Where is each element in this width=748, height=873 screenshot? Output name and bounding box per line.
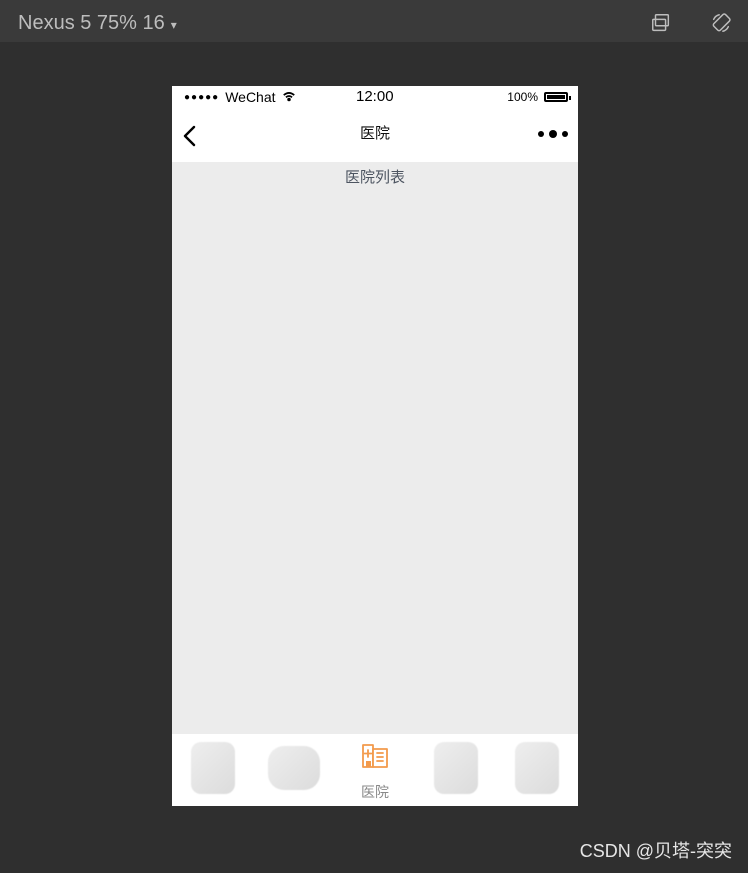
more-dot-icon — [562, 131, 568, 137]
device-label: Nexus 5 75% 16 — [18, 12, 165, 34]
hospital-icon — [358, 739, 392, 778]
more-menu-button[interactable] — [538, 130, 568, 138]
devtools-topbar: Nexus 5 75% 16 ▾ — [0, 0, 748, 42]
more-dot-icon — [549, 130, 557, 138]
status-time: 12:00 — [356, 88, 394, 105]
tab-2[interactable] — [259, 734, 329, 806]
tab-hospital[interactable]: 医院 — [340, 734, 410, 806]
rotate-icon[interactable] — [710, 12, 732, 34]
battery-status: 100% — [507, 90, 571, 104]
chevron-down-icon: ▾ — [170, 17, 177, 32]
blurred-tab-icon — [515, 742, 560, 794]
window-icon[interactable] — [650, 12, 672, 34]
phone-preview: ●●●●● WeChat 12:00 100% 医院 医院列表 医院 — [172, 86, 578, 806]
hospital-list-title: 医院列表 — [344, 169, 405, 186]
battery-percent: 100% — [507, 90, 538, 104]
carrier-label: WeChat — [225, 89, 276, 105]
blurred-tab-icon — [267, 746, 320, 790]
tab-4[interactable] — [421, 734, 491, 806]
nav-bar: 医院 — [172, 110, 578, 162]
tab-5[interactable] — [502, 734, 572, 806]
tab-bar: 医院 — [172, 734, 578, 806]
device-selector[interactable]: Nexus 5 75% 16 ▾ — [18, 12, 177, 35]
watermark: CSDN @贝塔-突突 — [579, 841, 732, 861]
page-title: 医院 — [359, 125, 390, 142]
wifi-icon — [282, 89, 296, 105]
more-dot-icon — [538, 131, 544, 137]
content-area: 医院列表 — [172, 162, 578, 734]
blurred-tab-icon — [434, 742, 479, 794]
tab-label: 医院 — [360, 783, 389, 800]
tab-1[interactable] — [178, 734, 248, 806]
signal-dots: ●●●●● — [184, 91, 220, 103]
status-left: ●●●●● WeChat — [184, 89, 296, 105]
battery-icon — [544, 92, 571, 102]
blurred-tab-icon — [190, 742, 235, 794]
status-bar: ●●●●● WeChat 12:00 100% — [172, 86, 578, 110]
